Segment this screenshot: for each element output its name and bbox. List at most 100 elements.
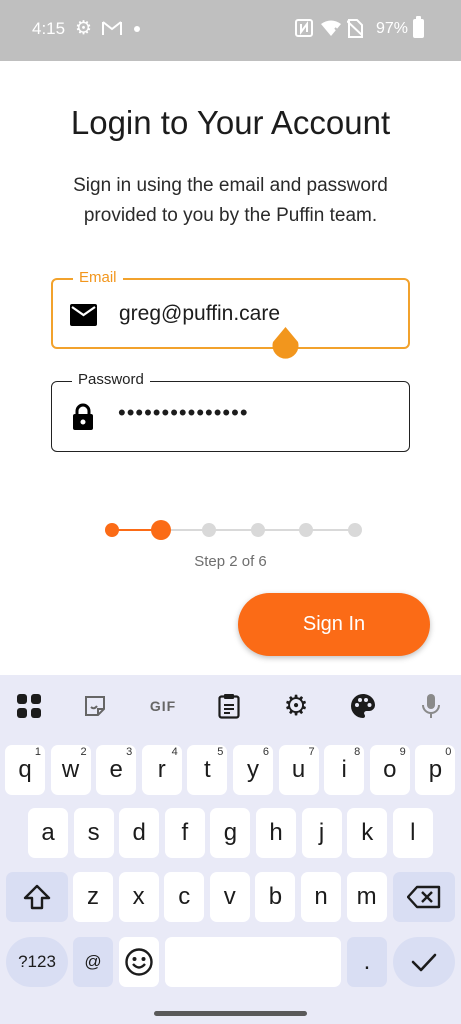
gesture-nav-bar[interactable] (154, 1011, 307, 1016)
battery-percent: 97% (376, 20, 409, 37)
key-label: h (269, 819, 283, 846)
key-label: u (291, 756, 306, 783)
enter-key[interactable] (393, 937, 455, 987)
emoji-key[interactable] (119, 937, 159, 987)
key-f[interactable]: f (164, 808, 205, 858)
space-bar[interactable] (165, 937, 341, 987)
key-period[interactable]: . (347, 937, 387, 987)
progress-stepper (103, 518, 362, 542)
key-b[interactable]: b (255, 872, 296, 922)
key-p[interactable]: p0 (415, 745, 456, 795)
key-label: y (247, 756, 259, 783)
key-label: d (132, 819, 146, 846)
key-hint: 8 (354, 746, 361, 758)
shift-icon (23, 884, 51, 910)
key-x[interactable]: x (118, 872, 159, 922)
nfc-icon (295, 19, 313, 42)
backspace-icon (407, 885, 441, 909)
key-label: p (428, 756, 443, 783)
key-s[interactable]: s (73, 808, 114, 858)
key-w[interactable]: w2 (50, 745, 91, 795)
sticker-icon[interactable] (78, 689, 112, 723)
key-n[interactable]: n (301, 872, 341, 922)
key-o[interactable]: o9 (369, 745, 410, 795)
key-r[interactable]: r4 (141, 745, 182, 795)
key-d[interactable]: d (119, 808, 160, 858)
key-label: v (223, 883, 236, 910)
email-field[interactable]: Email greg@puffin.care (51, 269, 410, 349)
soft-keyboard: GIF ⚙ q1w2e3r4t5y6u7i8o9p0asdfghjklzxcvb… (0, 675, 461, 1024)
key-v[interactable]: v (209, 872, 250, 922)
key-q[interactable]: q1 (5, 745, 45, 795)
key-j[interactable]: j (301, 808, 342, 858)
key-label: f (181, 819, 189, 846)
sign-in-button[interactable]: Sign In (238, 593, 430, 656)
key-label: ?123 (18, 952, 56, 971)
key-k[interactable]: k (347, 808, 388, 858)
key-label: x (132, 883, 145, 910)
key-hint: 7 (308, 746, 315, 758)
key-hint: 1 (34, 746, 41, 758)
wifi-icon (321, 20, 342, 41)
key-label: i (341, 756, 347, 783)
key-label: c (178, 883, 191, 910)
key-label: . (363, 948, 371, 975)
backspace-key[interactable] (393, 872, 455, 922)
palette-icon[interactable] (346, 689, 380, 723)
key-hint: 9 (399, 746, 406, 758)
emoji-icon (125, 948, 153, 976)
key-l[interactable]: l (392, 808, 433, 858)
text-cursor-handle[interactable] (271, 327, 300, 363)
key-label: q (18, 756, 32, 783)
page-subtitle: Sign in using the email and password pro… (73, 175, 388, 226)
clipboard-icon[interactable] (212, 689, 246, 723)
key-a[interactable]: a (28, 808, 68, 858)
lock-icon (72, 403, 94, 431)
key-i[interactable]: i8 (324, 745, 365, 795)
key-hint: 5 (217, 746, 224, 758)
enter-check-icon (411, 953, 437, 972)
key-label: g (223, 819, 238, 846)
key-u[interactable]: u7 (278, 745, 319, 795)
password-field[interactable]: Password ••••••••••••••• (51, 371, 410, 452)
email-label: Email (73, 269, 123, 287)
key-label: o (383, 756, 397, 783)
key-label: a (41, 819, 55, 846)
step-dot (347, 523, 362, 537)
password-label: Password (72, 371, 150, 389)
key-label: e (109, 756, 123, 783)
key-label: s (87, 819, 100, 846)
gif-icon[interactable]: GIF (145, 689, 181, 723)
key-label: k (361, 819, 374, 846)
battery-icon (413, 16, 424, 38)
page-title: Login to Your Account (70, 104, 391, 141)
key-label: t (204, 756, 211, 783)
key-label: w (61, 756, 80, 783)
key-c[interactable]: c (164, 872, 205, 922)
microphone-icon[interactable] (414, 689, 448, 723)
key-m[interactable]: m (346, 872, 387, 922)
password-input[interactable]: ••••••••••••••• (118, 400, 249, 426)
key-hint: 2 (80, 746, 87, 758)
key-label: l (410, 819, 416, 846)
key-label: m (356, 883, 377, 910)
step-dot (299, 523, 313, 537)
mail-icon (70, 304, 97, 326)
apps-grid-icon[interactable] (12, 689, 46, 723)
status-bar: 4:15 ⚙ 97% (0, 0, 461, 61)
step-dot (150, 520, 171, 540)
key-at[interactable]: @ (73, 937, 113, 987)
key-g[interactable]: g (210, 808, 251, 858)
settings-icon[interactable]: ⚙ (279, 689, 313, 723)
key-h[interactable]: h (256, 808, 296, 858)
step-label: Step 2 of 6 (194, 553, 267, 570)
shift-key[interactable] (6, 872, 68, 922)
key-y[interactable]: y6 (233, 745, 273, 795)
symbols-key[interactable]: ?123 (6, 937, 68, 987)
email-input[interactable]: greg@puffin.care (119, 302, 280, 326)
key-e[interactable]: e3 (96, 745, 137, 795)
step-dot (202, 523, 216, 537)
gear-icon: ⚙ (75, 18, 93, 39)
key-z[interactable]: z (73, 872, 113, 922)
key-t[interactable]: t5 (187, 745, 228, 795)
